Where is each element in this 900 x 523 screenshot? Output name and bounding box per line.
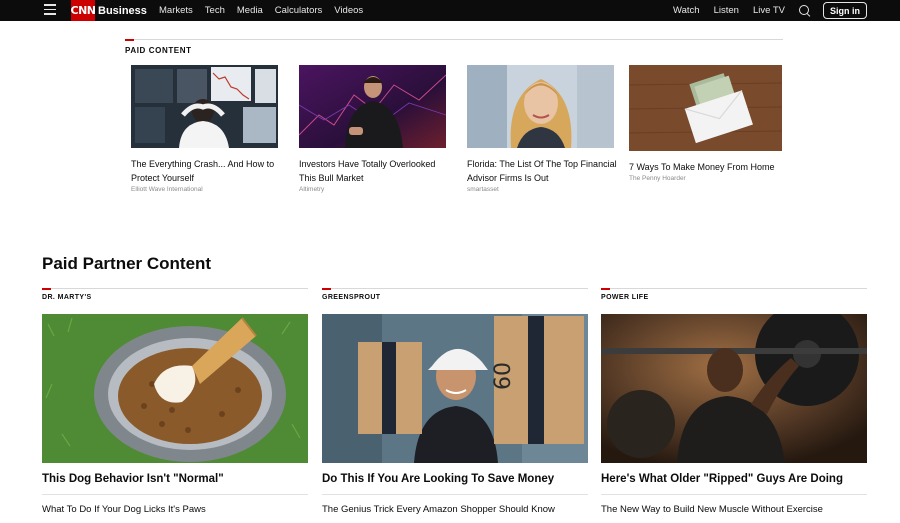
paid-content-title[interactable]: 7 Ways To Make Money From Home bbox=[629, 160, 783, 174]
partner-title[interactable]: Do This If You Are Looking To Save Money bbox=[322, 473, 554, 485]
dog-food-bowl-image[interactable] bbox=[42, 314, 308, 463]
cnn-logo-mark: CNN bbox=[71, 0, 96, 21]
paid-content-label: PAID CONTENT bbox=[125, 46, 192, 55]
nav-link-media[interactable]: Media bbox=[237, 5, 263, 16]
cash-envelope-image[interactable] bbox=[629, 65, 782, 151]
nav-link-listen[interactable]: Listen bbox=[714, 5, 739, 16]
amazon-boxes-image[interactable]: 60 bbox=[322, 314, 588, 463]
weightlifter-image[interactable] bbox=[601, 314, 867, 463]
paid-content-accent bbox=[125, 39, 134, 41]
nav-link-watch[interactable]: Watch bbox=[673, 5, 700, 16]
svg-text:60: 60 bbox=[491, 362, 516, 390]
paid-content-title[interactable]: The Everything Crash... And How to Prote… bbox=[131, 157, 279, 185]
partner-card-divider bbox=[601, 288, 867, 289]
partner-subtitle[interactable]: The New Way to Build New Muscle Without … bbox=[601, 504, 823, 515]
nav-link-tech[interactable]: Tech bbox=[205, 5, 225, 16]
partner-content-heading: Paid Partner Content bbox=[42, 254, 212, 273]
paid-content-title[interactable]: Investors Have Totally Overlooked This B… bbox=[299, 157, 449, 185]
partner-title[interactable]: Here's What Older "Ripped" Guys Are Doin… bbox=[601, 473, 843, 485]
partner-subtitle[interactable]: The Genius Trick Every Amazon Shopper Sh… bbox=[322, 504, 555, 515]
top-navigation: CNN Business Markets Tech Media Calculat… bbox=[0, 0, 900, 21]
nav-link-videos[interactable]: Videos bbox=[334, 5, 363, 16]
nav-link-live-tv[interactable]: Live TV bbox=[753, 5, 785, 16]
partner-title[interactable]: This Dog Behavior Isn't "Normal" bbox=[42, 473, 224, 485]
menu-icon[interactable] bbox=[44, 4, 56, 15]
paid-content-source: smartasset bbox=[467, 186, 499, 193]
utility-nav: Watch Listen Live TV Sign in bbox=[659, 0, 867, 21]
search-icon[interactable] bbox=[799, 4, 811, 17]
partner-card-accent bbox=[601, 288, 610, 290]
partner-title-divider bbox=[42, 494, 308, 495]
partner-subtitle[interactable]: What To Do If Your Dog Licks It's Paws bbox=[42, 504, 206, 515]
paid-content-source: Elliott Wave International bbox=[131, 186, 203, 193]
paid-content-divider bbox=[125, 39, 783, 40]
paid-content-source: The Penny Hoarder bbox=[629, 175, 686, 182]
partner-brand[interactable]: POWER LIFE bbox=[601, 294, 649, 301]
partner-title-divider bbox=[322, 494, 588, 495]
nav-link-calculators[interactable]: Calculators bbox=[275, 5, 323, 16]
partner-title-divider bbox=[601, 494, 867, 495]
partner-brand[interactable]: DR. MARTY'S bbox=[42, 294, 92, 301]
paid-content-card[interactable]: Investors Have Totally Overlooked This B… bbox=[299, 65, 449, 193]
sign-in-button[interactable]: Sign in bbox=[823, 2, 867, 19]
cnn-business-logo[interactable]: CNN Business bbox=[71, 0, 147, 21]
section-nav: Markets Tech Media Calculators Videos bbox=[159, 0, 375, 21]
financial-advisor-portrait-image[interactable] bbox=[467, 65, 614, 148]
paid-content-title[interactable]: Florida: The List Of The Top Financial A… bbox=[467, 157, 617, 185]
paid-content-source: Altimetry bbox=[299, 186, 325, 193]
partner-brand[interactable]: GREENSPROUT bbox=[322, 294, 380, 301]
paid-content-card[interactable]: Florida: The List Of The Top Financial A… bbox=[467, 65, 617, 193]
paid-content-card[interactable]: 7 Ways To Make Money From Home The Penny… bbox=[629, 65, 783, 182]
investor-portrait-image[interactable] bbox=[299, 65, 446, 148]
nav-link-markets[interactable]: Markets bbox=[159, 5, 193, 16]
partner-card-accent bbox=[322, 288, 331, 290]
paid-content-card[interactable]: The Everything Crash... And How to Prote… bbox=[131, 65, 279, 193]
partner-card-divider bbox=[42, 288, 308, 289]
partner-card-accent bbox=[42, 288, 51, 290]
brand-name: Business bbox=[98, 4, 147, 17]
trader-screens-image[interactable] bbox=[131, 65, 278, 148]
partner-card-divider bbox=[322, 288, 588, 289]
